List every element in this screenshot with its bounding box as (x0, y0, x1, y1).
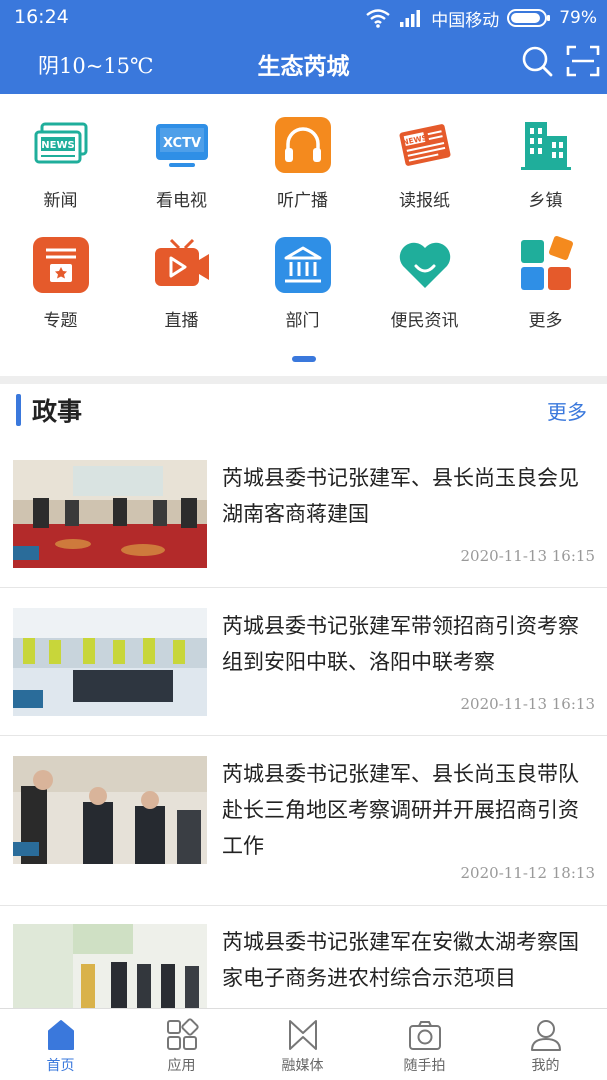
grid-label: 读报纸 (399, 191, 450, 211)
news-item[interactable]: 芮城县委书记张建军、县长尚玉良会见湖南客商蒋建国 2020-11-13 16:1… (0, 446, 607, 588)
profile-icon (530, 1020, 561, 1051)
nav-home[interactable]: 首页 (0, 1009, 121, 1080)
scan-icon[interactable] (566, 44, 600, 78)
nav-snapshot[interactable]: 随手拍 (364, 1009, 485, 1080)
topic-icon (32, 237, 89, 293)
svg-text:NEWS: NEWS (41, 140, 74, 151)
newspaper-icon: NEWS (399, 124, 450, 166)
apps-icon (166, 1018, 199, 1050)
quick-access-grid: NEWS 新闻 XCTV 看电视 听广播 NEWS 读报纸 乡镇 专题 直播 部… (0, 108, 607, 358)
grid-item-radio[interactable]: 听广播 (242, 116, 363, 211)
grid-item-more[interactable]: 更多 (485, 236, 606, 331)
media-icon (288, 1020, 317, 1050)
app-title: 生态芮城 (257, 54, 350, 80)
more-apps-icon (520, 236, 573, 290)
grid-item-newspaper[interactable]: NEWS 读报纸 (364, 116, 485, 211)
top-bar: 16:24 中国移动 79% 阴10~15℃ 生态芮城 (0, 0, 607, 94)
grid-item-live[interactable]: 直播 (121, 236, 242, 331)
headphones-icon (274, 117, 331, 173)
section-accent-bar (16, 394, 21, 426)
page-indicator (292, 356, 316, 362)
grid-item-services[interactable]: 便民资讯 (364, 236, 485, 331)
tv-icon: XCTV (155, 124, 208, 167)
news-thumbnail (13, 756, 207, 864)
news-title: 芮城县委书记张建军、县长尚玉良带队赴长三角地区考察调研并开展招商引资工作 (222, 762, 579, 858)
news-item[interactable]: 芮城县委书记张建军在安徽太湖考察国家电子商务进农村综合示范项目 (0, 906, 607, 1008)
news-thumbnail (13, 460, 207, 568)
news-title: 芮城县委书记张建军、县长尚玉良会见湖南客商蒋建国 (222, 466, 579, 526)
status-indicators: 中国移动 79% (365, 5, 597, 31)
nav-profile[interactable]: 我的 (485, 1009, 606, 1080)
svg-text:XCTV: XCTV (162, 136, 200, 151)
section-header: 政事 更多 (0, 392, 607, 432)
signal-icon (400, 10, 421, 27)
status-time: 16:24 (14, 6, 69, 28)
grid-label: 听广播 (277, 191, 328, 211)
grid-label: 看电视 (156, 191, 207, 211)
wifi-icon (366, 9, 390, 28)
section-more-link[interactable]: 更多 (547, 396, 587, 425)
battery-icon (507, 9, 551, 27)
nav-label: 首页 (46, 1058, 75, 1074)
grid-item-news[interactable]: NEWS 新闻 (0, 116, 121, 211)
news-title: 芮城县委书记张建军在安徽太湖考察国家电子商务进农村综合示范项目 (222, 930, 579, 990)
news-thumbnail (13, 608, 207, 716)
grid-label: 更多 (528, 311, 563, 331)
live-icon (154, 238, 209, 286)
news-icon: NEWS (34, 122, 87, 164)
department-icon (274, 237, 331, 293)
news-thumbnail (13, 924, 207, 1008)
nav-label: 我的 (531, 1058, 560, 1074)
status-bar: 16:24 中国移动 79% (0, 0, 607, 36)
news-date: 2020-11-13 16:13 (460, 695, 595, 713)
carrier-label: 中国移动 (431, 10, 500, 31)
app-header: 阴10~15℃ 生态芮城 (0, 36, 607, 94)
news-title: 芮城县委书记张建军带领招商引资考察组到安阳中联、洛阳中联考察 (222, 614, 579, 674)
nav-label: 随手拍 (403, 1058, 446, 1074)
grid-label: 乡镇 (528, 191, 563, 211)
nav-label: 融媒体 (281, 1058, 324, 1074)
nav-media[interactable]: 融媒体 (242, 1009, 363, 1080)
grid-label: 便民资讯 (390, 311, 459, 331)
news-date: 2020-11-13 16:15 (460, 547, 595, 565)
building-icon (520, 122, 571, 170)
nav-apps[interactable]: 应用 (121, 1009, 242, 1080)
grid-item-department[interactable]: 部门 (242, 236, 363, 331)
news-date: 2020-11-12 18:13 (460, 864, 595, 882)
news-item[interactable]: 芮城县委书记张建军带领招商引资考察组到安阳中联、洛阳中联考察 2020-11-1… (0, 588, 607, 736)
grid-item-tv[interactable]: XCTV 看电视 (121, 116, 242, 211)
grid-label: 直播 (164, 311, 199, 331)
section-title: 政事 (32, 397, 83, 426)
camera-icon (408, 1021, 441, 1050)
news-item[interactable]: 芮城县委书记张建军、县长尚玉良带队赴长三角地区考察调研并开展招商引资工作 202… (0, 736, 607, 906)
nav-label: 应用 (167, 1058, 196, 1074)
search-icon[interactable] (520, 44, 554, 78)
grid-label: 新闻 (43, 191, 78, 211)
battery-level: 79% (559, 8, 597, 28)
grid-item-township[interactable]: 乡镇 (485, 116, 606, 211)
heart-icon (399, 242, 450, 288)
home-icon (47, 1020, 74, 1050)
grid-label: 部门 (285, 311, 320, 331)
bottom-navigation: 首页 应用 融媒体 随手拍 我的 (0, 1008, 607, 1080)
grid-item-topic[interactable]: 专题 (0, 236, 121, 331)
section-divider (0, 376, 607, 384)
grid-label: 专题 (43, 311, 78, 331)
